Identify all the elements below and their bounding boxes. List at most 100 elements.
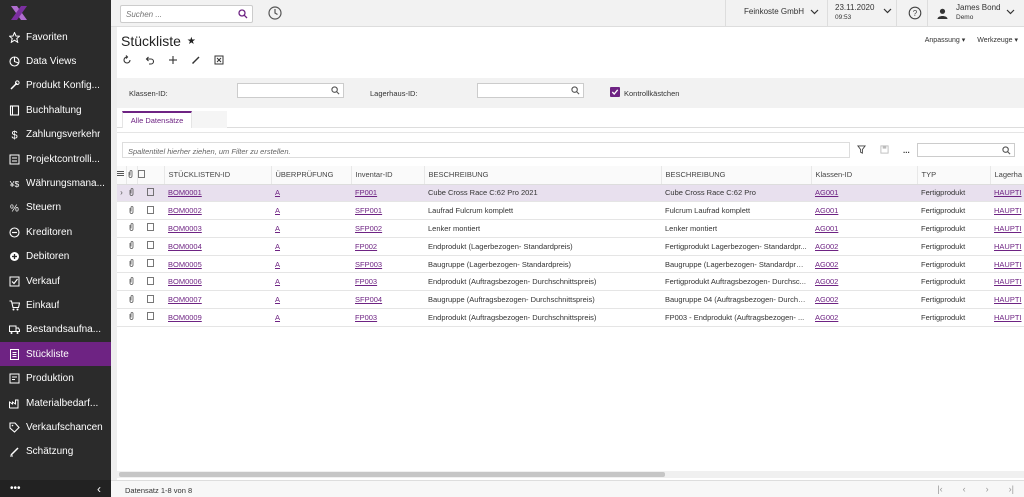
sidebar-item-3[interactable]: Produkt Konfig... — [0, 74, 111, 98]
note-icon[interactable] — [137, 272, 164, 292]
edit-button[interactable] — [191, 55, 201, 65]
sidebar-item-1[interactable]: Favoriten — [0, 25, 111, 49]
inventory-id-link[interactable]: FP001 — [351, 184, 424, 203]
row-selector[interactable] — [117, 219, 126, 238]
class-id-input[interactable] — [237, 83, 344, 98]
bom-id-link[interactable]: BOM0009 — [164, 308, 271, 327]
note-icon[interactable] — [137, 255, 164, 274]
inventory-id-link[interactable]: FP002 — [351, 237, 424, 256]
warehouse-link[interactable]: HAUPTI — [990, 184, 1024, 203]
more-options-button[interactable]: ... — [903, 146, 910, 155]
refresh-button[interactable] — [122, 55, 132, 65]
sidebar-item-8[interactable]: % Steuern — [0, 196, 111, 220]
class-id-link[interactable]: AG002 — [811, 237, 917, 256]
horizontal-scrollbar[interactable] — [117, 471, 1024, 478]
column-header[interactable]: ÜBERPRÜFUNG — [271, 166, 352, 185]
table-row[interactable]: BOM0003 A SFP002 Lenker montiert Lenker mont… — [117, 219, 1024, 238]
note-icon[interactable] — [137, 290, 164, 310]
inventory-id-link[interactable]: SFP003 — [351, 255, 424, 274]
save-icon[interactable] — [880, 145, 889, 156]
table-row[interactable]: › BOM0001 A FP001 Cube Cross Race C:62 Pro 2… — [117, 184, 1024, 203]
column-header[interactable]: BESCHREIBUNG — [424, 166, 662, 185]
inventory-id-link[interactable]: SFP004 — [351, 290, 424, 310]
sidebar-item-11[interactable]: Verkauf — [0, 269, 111, 293]
sidebar-item-7[interactable]: ¥$ Währungsmana... — [0, 171, 111, 195]
warehouse-link[interactable]: HAUPTI — [990, 272, 1024, 292]
revision-link[interactable]: A — [271, 255, 351, 274]
table-row[interactable]: BOM0006 A FP003 Endprodukt (Auftragsbezogen… — [117, 272, 1024, 292]
table-row[interactable]: BOM0009 A FP003 Endprodukt (Auftragsbezogen… — [117, 308, 1024, 327]
warehouse-link[interactable]: HAUPTI — [990, 290, 1024, 310]
table-row[interactable]: BOM0002 A SFP001 Laufrad Fulcrum komplett Fu… — [117, 201, 1024, 221]
warehouse-id-input[interactable] — [477, 83, 584, 98]
class-id-link[interactable]: AG001 — [811, 201, 917, 221]
sidebar-item-2[interactable]: Data Views — [0, 49, 111, 73]
inventory-id-link[interactable]: SFP001 — [351, 201, 424, 221]
bom-id-link[interactable]: BOM0004 — [164, 237, 271, 256]
app-logo[interactable] — [0, 0, 111, 25]
revision-link[interactable]: A — [271, 237, 351, 256]
chevron-down-icon[interactable] — [1006, 9, 1015, 15]
warehouse-link[interactable]: HAUPTI — [990, 237, 1024, 256]
class-id-link[interactable]: AG002 — [811, 272, 917, 292]
bom-id-link[interactable]: BOM0002 — [164, 201, 271, 221]
tab-all-records[interactable]: Alle Datensätze — [122, 111, 192, 128]
attachment-icon[interactable] — [126, 184, 137, 203]
class-id-link[interactable]: AG002 — [811, 308, 917, 327]
class-id-link[interactable]: AG001 — [811, 184, 917, 203]
bom-id-link[interactable]: BOM0003 — [164, 219, 271, 238]
revision-link[interactable]: A — [271, 184, 351, 203]
search-icon[interactable] — [331, 86, 340, 97]
export-excel-button[interactable] — [214, 55, 224, 65]
bom-id-link[interactable]: BOM0007 — [164, 290, 271, 310]
grid-search-input[interactable] — [917, 143, 1015, 157]
note-icon[interactable] — [137, 308, 164, 327]
column-header[interactable]: Inventar-ID — [351, 166, 425, 185]
sidebar-item-17[interactable]: Verkaufschancen — [0, 415, 111, 439]
checkbox[interactable] — [610, 87, 620, 97]
filter-icon[interactable] — [857, 145, 866, 156]
table-row[interactable]: BOM0004 A FP002 Endprodukt (Lagerbezogen- S… — [117, 237, 1024, 256]
bom-id-link[interactable]: BOM0005 — [164, 255, 271, 274]
inventory-id-link[interactable]: FP003 — [351, 272, 424, 292]
add-button[interactable] — [168, 55, 178, 65]
revision-link[interactable]: A — [271, 290, 351, 310]
column-header[interactable]: BESCHREIBUNG — [661, 166, 812, 185]
scrollbar-thumb[interactable] — [119, 472, 665, 477]
row-selector[interactable] — [117, 237, 126, 256]
search-icon[interactable] — [571, 86, 580, 97]
revision-link[interactable]: A — [271, 201, 351, 221]
sidebar-item-6[interactable]: Projektcontrolli... — [0, 147, 111, 171]
row-selector[interactable] — [117, 272, 126, 292]
class-id-link[interactable]: AG002 — [811, 290, 917, 310]
warehouse-link[interactable]: HAUPTI — [990, 255, 1024, 274]
warehouse-link[interactable]: HAUPTI — [990, 308, 1024, 327]
note-icon[interactable] — [137, 201, 164, 221]
column-header[interactable]: STÜCKLISTEN-ID — [164, 166, 272, 185]
bom-id-link[interactable]: BOM0001 — [164, 184, 271, 203]
column-header[interactable]: Klassen-ID — [811, 166, 918, 185]
sidebar-item-16[interactable]: Materialbedarf... — [0, 391, 111, 415]
note-icon[interactable] — [137, 219, 164, 238]
inventory-id-link[interactable]: FP003 — [351, 308, 424, 327]
search-icon[interactable] — [238, 9, 248, 21]
note-icon[interactable] — [137, 237, 164, 256]
bom-id-link[interactable]: BOM0006 — [164, 272, 271, 292]
row-selector-header[interactable] — [117, 166, 127, 185]
search-input[interactable] — [126, 9, 236, 19]
sidebar-item-5[interactable]: $ Zahlungsverkehr — [0, 123, 111, 147]
attachment-icon[interactable] — [126, 201, 137, 221]
row-selector[interactable] — [117, 255, 126, 274]
search-icon[interactable] — [1002, 146, 1011, 157]
attachment-icon[interactable] — [126, 290, 137, 310]
first-page-icon[interactable]: |‹ — [937, 484, 942, 494]
inventory-id-link[interactable]: SFP002 — [351, 219, 424, 238]
attachment-icon[interactable] — [126, 255, 137, 274]
tools-menu[interactable]: Werkzeuge ▾ — [977, 36, 1018, 44]
sidebar-item-12[interactable]: Einkauf — [0, 293, 111, 317]
attachment-icon[interactable] — [126, 272, 137, 292]
collapse-sidebar-button[interactable]: ‹ — [97, 482, 101, 496]
row-selector[interactable]: › — [117, 184, 126, 203]
user-menu[interactable]: James Bond Demo — [937, 3, 1000, 23]
sidebar-item-9[interactable]: Kreditoren — [0, 220, 111, 244]
